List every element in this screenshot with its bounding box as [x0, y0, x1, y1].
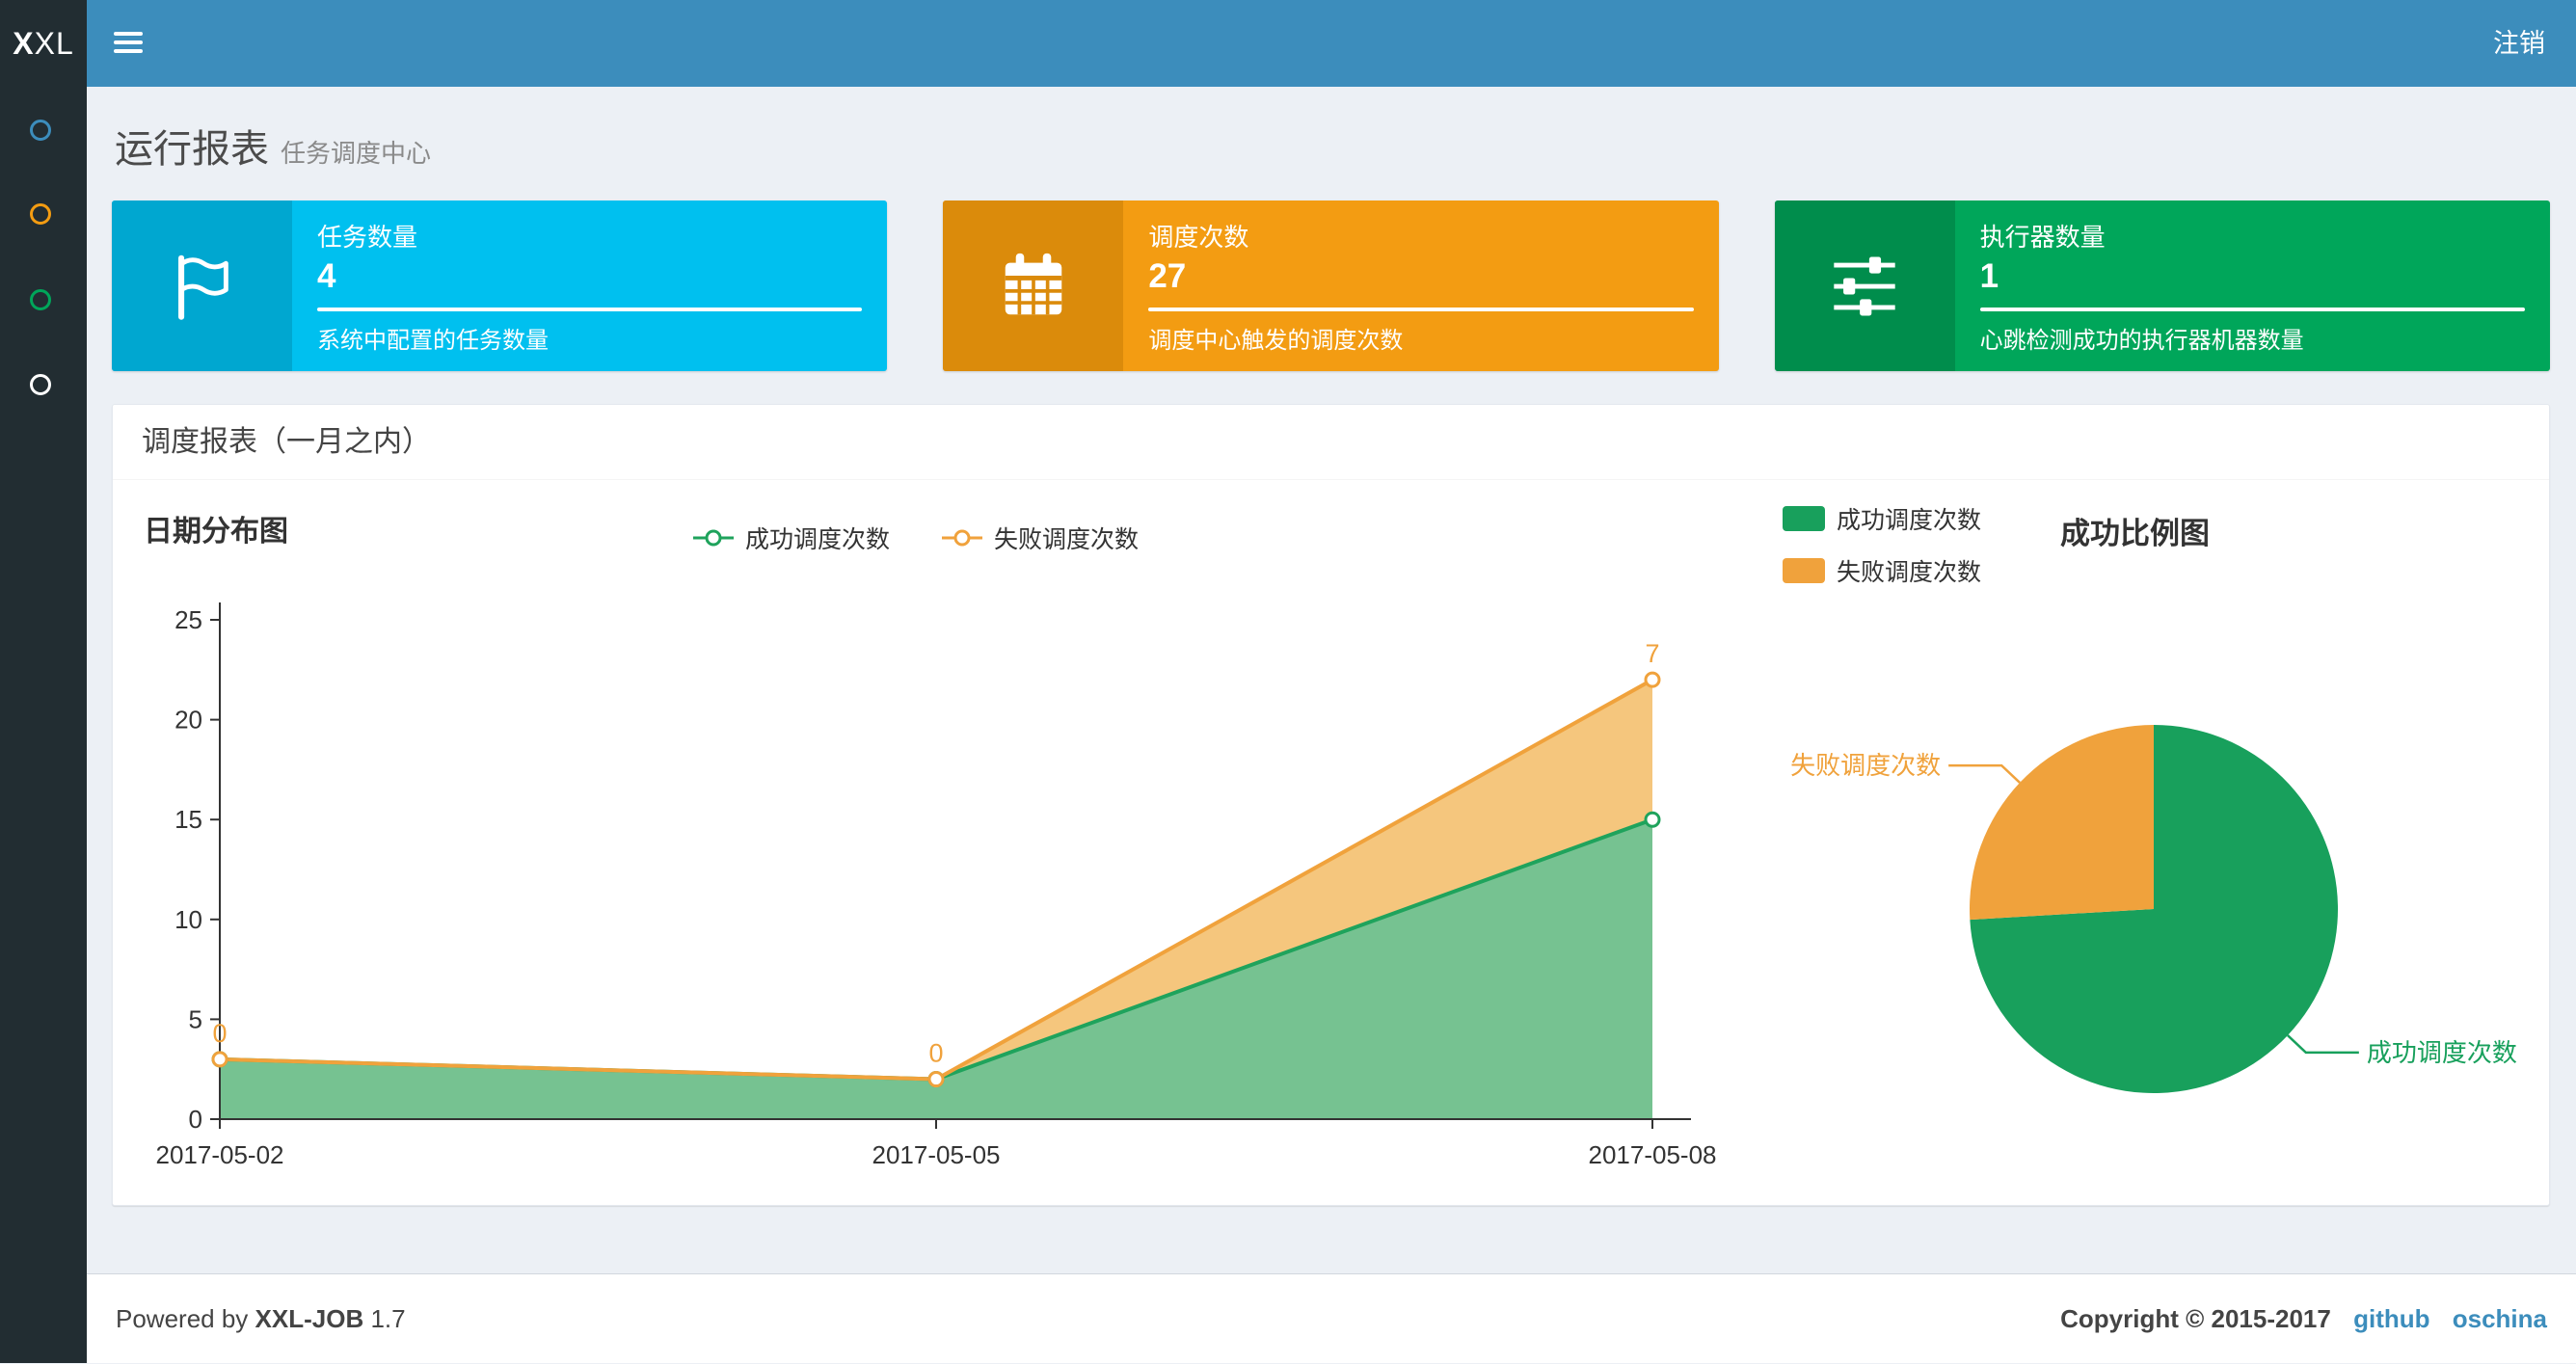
report-panel: 调度报表（一月之内） 日期分布图 成功调度次数 失败调度次数 0 5 10 15 20 2… — [112, 404, 2550, 1206]
info-box-content: 执行器数量 1 心跳检测成功的执行器机器数量 — [1955, 201, 2550, 371]
info-box-triggers: 调度次数 27 调度中心触发的调度次数 — [943, 201, 1719, 371]
info-box-executors: 执行器数量 1 心跳检测成功的执行器机器数量 — [1774, 201, 2550, 371]
info-box-title: 执行器数量 — [1979, 223, 2106, 252]
svg-text:10: 10 — [174, 905, 202, 934]
info-box-number: 27 — [1148, 257, 1187, 295]
svg-text:0: 0 — [928, 1039, 943, 1068]
info-box-title: 调度次数 — [1148, 223, 1249, 252]
info-box-content: 任务数量 4 系统中配置的任务数量 — [292, 201, 887, 371]
progress-bar — [317, 308, 863, 311]
line-chart-legend: 成功调度次数 失败调度次数 — [691, 521, 1139, 555]
sliders-icon — [1774, 201, 1955, 371]
info-box-description: 系统中配置的任务数量 — [317, 328, 549, 354]
svg-text:成功调度次数: 成功调度次数 — [2367, 1038, 2517, 1067]
sidebar-item-4[interactable] — [30, 374, 57, 401]
github-link[interactable]: github — [2353, 1304, 2429, 1333]
svg-text:15: 15 — [174, 805, 202, 834]
date-distribution-chart: 05101520252017-05-02 2017-05-05 2017-05-08… — [156, 602, 1717, 1169]
info-box-number: 1 — [1979, 257, 1999, 295]
top-navbar: X XL 注销 — [0, 0, 2576, 87]
flag-icon — [112, 201, 292, 371]
pie-chart-title: 成功比例图 — [2060, 517, 2210, 550]
page-title: 运行报表 — [115, 128, 269, 171]
app-logo[interactable]: X XL — [0, 0, 87, 87]
info-box-description: 调度中心触发的调度次数 — [1148, 328, 1404, 354]
legend-item-success[interactable]: 成功调度次数 — [691, 521, 890, 555]
svg-text:25: 25 — [174, 605, 202, 634]
logout-link[interactable]: 注销 — [2493, 0, 2545, 87]
page-subtitle: 任务调度中心 — [281, 139, 432, 168]
legend-label: 失败调度次数 — [994, 526, 1140, 553]
info-box-row: 任务数量 4 系统中配置的任务数量 调度次数 27 调度中心触发的调度次数 执行… — [112, 201, 2550, 371]
svg-text:20: 20 — [174, 706, 202, 735]
info-box-content: 调度次数 27 调度中心触发的调度次数 — [1123, 201, 1718, 371]
powered-by: Powered by XXL-JOB 1.7 — [116, 1274, 406, 1364]
legend-swatch — [1783, 506, 1825, 531]
svg-text:2017-05-02: 2017-05-02 — [156, 1140, 284, 1169]
line-chart-title: 日期分布图 — [144, 516, 288, 548]
sidebar-item-3[interactable] — [30, 289, 57, 316]
legend-label: 成功调度次数 — [1837, 507, 1982, 534]
calendar-icon — [943, 201, 1124, 371]
app-logo-bold: X — [13, 25, 35, 61]
copyright-text: Copyright © 2015-2017 — [2060, 1304, 2331, 1333]
sidebar-item-2[interactable] — [30, 203, 57, 230]
panel-body: 日期分布图 成功调度次数 失败调度次数 0 5 10 15 20 25 2017-05-02… — [113, 480, 2549, 1205]
oschina-link[interactable]: oschina — [2453, 1304, 2547, 1333]
page-header: 运行报表 任务调度中心 — [115, 118, 431, 174]
legend-item-success[interactable]: 成功调度次数 — [1783, 501, 1981, 536]
info-box-jobs: 任务数量 4 系统中配置的任务数量 — [112, 201, 888, 371]
legend-swatch — [1783, 558, 1825, 583]
circle-icon — [30, 289, 51, 310]
svg-text:失败调度次数: 失败调度次数 — [1790, 751, 1941, 780]
svg-text:5: 5 — [189, 1004, 202, 1033]
svg-text:0: 0 — [212, 1019, 227, 1048]
svg-text:0: 0 — [189, 1105, 202, 1134]
product-version: 1.7 — [370, 1304, 406, 1333]
circle-icon — [30, 203, 51, 225]
svg-text:2017-05-08: 2017-05-08 — [1589, 1140, 1717, 1169]
svg-text:7: 7 — [1645, 639, 1659, 668]
product-name: XXL-JOB — [255, 1304, 364, 1333]
circle-icon — [30, 374, 51, 395]
progress-bar — [1148, 308, 1694, 311]
sidebar — [0, 87, 87, 1363]
success-ratio-pie-chart: 成功调度次数 失败调度次数 — [1790, 725, 2517, 1093]
app-logo-light: XL — [34, 25, 74, 61]
panel-title: 调度报表（一月之内） — [113, 405, 2549, 480]
info-box-description: 心跳检测成功的执行器机器数量 — [1979, 328, 2304, 354]
info-box-number: 4 — [317, 257, 336, 295]
powered-prefix: Powered by — [116, 1304, 249, 1333]
sidebar-toggle-icon[interactable] — [114, 27, 147, 60]
legend-item-fail[interactable]: 失败调度次数 — [940, 521, 1139, 555]
legend-label: 成功调度次数 — [745, 526, 891, 553]
progress-bar — [1979, 308, 2525, 311]
info-box-title: 任务数量 — [317, 223, 418, 252]
sidebar-item-1[interactable] — [30, 120, 57, 147]
copyright: Copyright © 2015-2017 github oschina — [2060, 1274, 2547, 1364]
svg-text:2017-05-05: 2017-05-05 — [872, 1140, 1001, 1169]
page-footer: Powered by XXL-JOB 1.7 Copyright © 2015-… — [87, 1273, 2576, 1363]
circle-icon — [30, 120, 51, 141]
